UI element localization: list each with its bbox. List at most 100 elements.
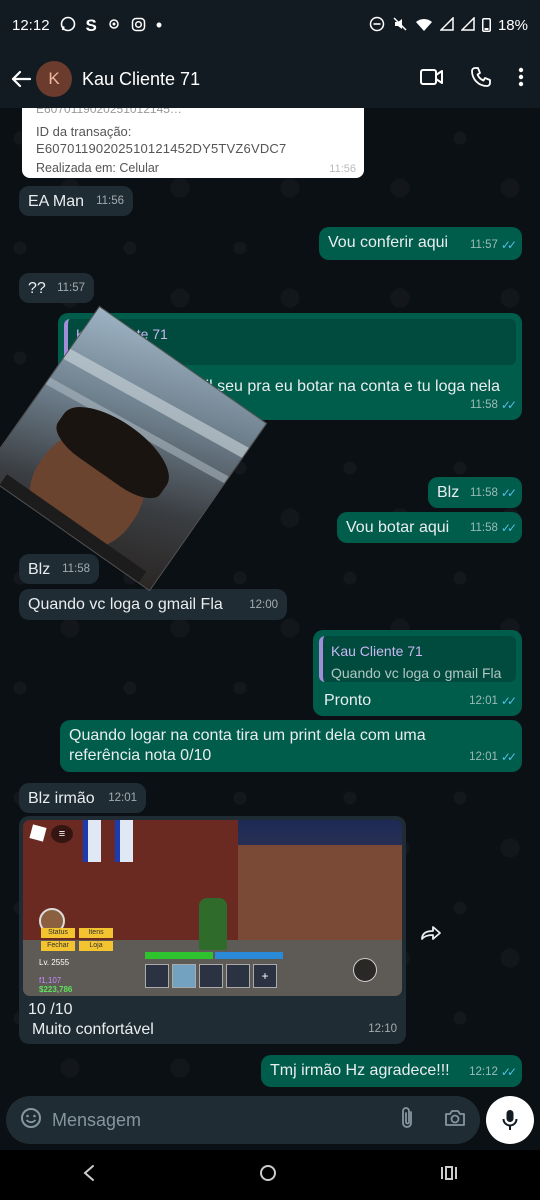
attach-button[interactable] <box>400 1106 414 1135</box>
more-vert-icon <box>518 67 524 86</box>
game-money: $223,786 <box>39 985 73 994</box>
message-time: 12:01 <box>469 751 498 763</box>
forward-icon <box>421 926 441 940</box>
nav-back-button[interactable] <box>82 1164 96 1187</box>
wifi-icon <box>415 17 433 34</box>
message-incoming[interactable]: ?? 11:57 <box>19 273 94 303</box>
status-time: 12:12 <box>12 16 50 34</box>
quoted-message[interactable]: Kau Cliente 71 Quando vc loga o gmail Fl… <box>319 636 516 682</box>
receipt-partial-text: E6070119020251012145… <box>36 108 182 116</box>
mute-icon <box>392 16 408 34</box>
message-time: 12:01 <box>469 695 498 707</box>
menu-icon: ≡ <box>51 825 73 843</box>
game-btn-status: Status <box>41 928 75 938</box>
game-screenshot-image[interactable]: ≡ Status Itens Fechar Loja Lv. 2555 f1,1… <box>23 820 402 996</box>
compose-bar <box>0 1090 540 1150</box>
message-incoming[interactable]: Blz 11:58 <box>19 554 99 584</box>
emoji-button[interactable] <box>20 1107 42 1134</box>
nav-back-icon <box>83 1164 94 1181</box>
message-time: 11:58 <box>469 522 498 534</box>
status-bar: 12:12 S • 18% <box>0 0 540 50</box>
message-text: Tmj irmão Hz agradece!!! <box>270 1062 450 1079</box>
game-level: Lv. 2555 <box>39 958 70 967</box>
message-text-line1: Quando logar na conta tira um print dela… <box>69 727 426 744</box>
back-button[interactable] <box>6 70 36 88</box>
message-incoming-image[interactable]: ≡ Status Itens Fechar Loja Lv. 2555 f1,1… <box>19 816 406 1044</box>
game-healthbar <box>145 952 213 959</box>
message-text: Vou botar aqui <box>346 519 450 536</box>
avatar[interactable]: K <box>36 61 72 97</box>
nav-recents-icon <box>441 1165 458 1180</box>
message-outgoing-reply[interactable]: Kau Cliente 71 Quando vc loga o gmail Fl… <box>313 630 522 716</box>
nav-home-icon <box>259 1164 276 1181</box>
read-ticks-icon: ✓✓ <box>500 1065 517 1079</box>
message-text: Blz <box>28 561 51 578</box>
read-ticks-icon: ✓✓ <box>500 398 517 412</box>
game-btn-fechar: Fechar <box>41 941 75 951</box>
video-call-button[interactable] <box>420 68 444 91</box>
more-options-button[interactable] <box>518 67 524 92</box>
receipt-label: ID da transação: <box>36 124 132 139</box>
dnd-icon <box>369 16 385 34</box>
message-text: ?? <box>28 280 46 297</box>
message-outgoing[interactable]: Vou conferir aqui 11:57 ✓✓ <box>319 227 522 260</box>
message-time: 11:56 <box>96 195 124 207</box>
receipt-realized: Realizada em: Celular <box>36 161 159 175</box>
microphone-icon <box>502 1110 518 1130</box>
quoted-text: Quando vc loga o gmail Fla <box>331 665 502 681</box>
video-call-icon <box>420 68 443 85</box>
phone-icon <box>471 66 491 87</box>
message-text: Blz <box>437 484 460 501</box>
message-text-line2: referência nota 0/10 <box>69 747 212 764</box>
message-text: Quando vc loga o gmail Fla <box>28 596 223 613</box>
voice-call-button[interactable] <box>470 66 492 93</box>
contact-name[interactable]: Kau Cliente 71 <box>82 69 200 90</box>
nav-recents-button[interactable] <box>440 1165 458 1186</box>
game-character <box>199 898 227 950</box>
message-time: 12:00 <box>249 599 278 611</box>
signal-2-icon <box>460 16 475 33</box>
receipt-bubble[interactable]: E6070119020251012145… ID da transação: E… <box>22 108 364 178</box>
voice-message-button[interactable] <box>486 1096 534 1144</box>
camera-button[interactable] <box>444 1108 466 1133</box>
message-time: 12:01 <box>108 792 137 804</box>
quoted-author: Kau Cliente 71 <box>331 643 423 659</box>
app-notification-icon <box>107 17 121 33</box>
whatsapp-icon <box>60 16 76 34</box>
back-arrow-icon <box>11 70 31 88</box>
message-outgoing[interactable]: Blz 11:58 ✓✓ <box>428 477 522 508</box>
game-hotbar: + <box>145 964 285 988</box>
message-incoming[interactable]: Blz irmão 12:01 <box>19 783 146 813</box>
s-app-icon: S <box>85 15 97 35</box>
read-ticks-icon: ✓✓ <box>500 750 517 764</box>
message-outgoing[interactable]: Tmj irmão Hz agradece!!! 12:12 ✓✓ <box>261 1055 522 1087</box>
signal-icon <box>439 16 454 33</box>
system-nav-bar <box>0 1150 540 1200</box>
nav-home-button[interactable] <box>259 1164 277 1187</box>
emoji-icon <box>21 1107 41 1128</box>
message-input[interactable] <box>52 1109 372 1131</box>
message-time: 12:12 <box>469 1066 498 1078</box>
message-time: 11:58 <box>62 563 90 575</box>
forward-button[interactable] <box>416 918 446 948</box>
message-text: il seu pra eu botar na conta e tu loga n… <box>205 378 500 395</box>
paperclip-icon <box>402 1106 412 1128</box>
battery-percent: 18% <box>497 16 528 34</box>
dot-icon: • <box>155 15 163 35</box>
message-incoming[interactable]: EA Man 11:56 <box>19 186 133 216</box>
message-text: Vou conferir aqui <box>328 234 449 251</box>
message-outgoing[interactable]: Quando logar na conta tira um print dela… <box>60 720 522 772</box>
message-outgoing[interactable]: Vou botar aqui 11:58 ✓✓ <box>337 512 522 543</box>
read-ticks-icon: ✓✓ <box>500 238 517 252</box>
game-btn-loja: Loja <box>79 941 113 951</box>
compose-pill <box>6 1096 480 1144</box>
chat-area[interactable]: E6070119020251012145… ID da transação: E… <box>0 108 540 1090</box>
game-energybar <box>215 952 283 959</box>
message-incoming[interactable]: Quando vc loga o gmail Fla 12:00 <box>19 589 287 620</box>
image-caption-line1: 10 /10 <box>28 1001 73 1018</box>
message-time: 11:58 <box>469 487 498 499</box>
read-ticks-icon: ✓✓ <box>500 486 517 500</box>
message-text: EA Man <box>28 193 85 210</box>
read-ticks-icon: ✓✓ <box>500 521 517 535</box>
message-text: Blz irmão <box>28 790 95 807</box>
